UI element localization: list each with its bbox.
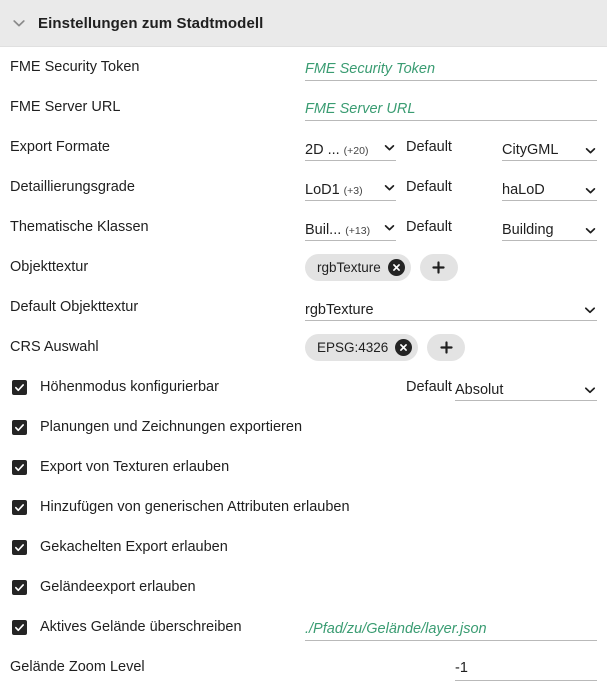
chevron-down-icon[interactable]: [10, 14, 28, 32]
label-generische-attribute: Hinzufügen von generischen Attributen er…: [40, 499, 350, 515]
label-export-formate: Export Formate: [10, 139, 110, 155]
gelaende-zoom-level-input[interactable]: -1: [455, 659, 597, 681]
gelaende-zoom-level-value: -1: [455, 660, 468, 676]
fme-server-url-input[interactable]: FME Server URL: [305, 101, 597, 121]
export-formate-format-selected: CityGML: [502, 142, 559, 158]
detaillierungsgrade-lod-select[interactable]: haLoD: [502, 182, 597, 201]
row-crs-auswahl: CRS Auswahl EPSG:4326: [0, 327, 607, 367]
chevron-down-icon[interactable]: [383, 141, 396, 154]
row-fme-server-url: FME Server URL FME Server URL: [0, 87, 607, 127]
label-fme-server-url: FME Server URL: [10, 99, 121, 115]
export-formate-select[interactable]: 2D ... (+20): [305, 141, 396, 161]
label-planungen: Planungen und Zeichnungen exportieren: [40, 419, 303, 435]
label-aktives-gelaende: Aktives Gelände überschreiben: [40, 619, 242, 635]
export-formate-extra-count: (+20): [343, 145, 369, 157]
label-thematische-klassen: Thematische Klassen: [10, 219, 149, 235]
row-gelaendeexport: Geländeexport erlauben: [0, 567, 607, 607]
row-planungen: Planungen und Zeichnungen exportieren: [0, 407, 607, 447]
row-export-formate: Export Formate 2D ... (+20) Default City…: [0, 127, 607, 167]
close-icon[interactable]: [387, 258, 405, 276]
objekttextur-chip-area: rgbTexture: [305, 253, 458, 281]
row-default-objekttextur: Default Objekttextur rgbTexture: [0, 287, 607, 327]
label-default-objekttextur: Default Objekttextur: [10, 299, 139, 315]
label-hoehenmodus: Höhenmodus konfigurierbar: [40, 379, 219, 395]
chip-crs[interactable]: EPSG:4326: [305, 333, 419, 361]
checkbox-gekachelter-export[interactable]: [12, 539, 27, 555]
row-generische-attribute: Hinzufügen von generischen Attributen er…: [0, 487, 607, 527]
label-gelaendeexport: Geländeexport erlauben: [40, 579, 196, 595]
chip-label: EPSG:4326: [317, 339, 389, 355]
chevron-down-icon[interactable]: [583, 303, 597, 317]
label-gelaende-zoom-level: Gelände Zoom Level: [10, 659, 145, 675]
checkbox-hoehenmodus[interactable]: [12, 379, 27, 395]
export-formate-default-text: Default: [406, 139, 452, 155]
row-hoehenmodus: Höhenmodus konfigurierbar Default Absolu…: [0, 367, 607, 407]
page-title: Einstellungen zum Stadtmodell: [38, 14, 264, 32]
thematische-klassen-extra-count: (+13): [345, 225, 371, 237]
fme-security-token-placeholder: FME Security Token: [305, 61, 436, 77]
crs-chip-area: EPSG:4326: [305, 333, 466, 361]
add-objekttextur-button[interactable]: [419, 253, 458, 281]
checkbox-planungen[interactable]: [12, 419, 27, 435]
chevron-down-icon[interactable]: [383, 221, 396, 234]
aktives-gelaende-path-placeholder: ./Pfad/zu/Gelände/layer.json: [305, 621, 487, 637]
close-icon[interactable]: [395, 338, 413, 356]
thematische-klassen-class-select[interactable]: Building: [502, 222, 597, 241]
stadtmodell-settings-panel: Einstellungen zum Stadtmodell FME Securi…: [0, 0, 607, 693]
fme-server-url-placeholder: FME Server URL: [305, 101, 416, 117]
label-objekttextur: Objekttextur: [10, 259, 89, 275]
detaillierungsgrade-extra-count: (+3): [343, 185, 363, 197]
settings-rows: FME Security Token FME Security Token FM…: [0, 47, 607, 687]
hoehenmodus-default-text: Default: [406, 379, 452, 395]
row-detaillierungsgrade: Detaillierungsgrade LoD1 (+3) Default ha…: [0, 167, 607, 207]
checkbox-generische-attribute[interactable]: [12, 499, 27, 515]
thematische-klassen-selected: Buil...: [305, 222, 342, 238]
hoehenmodus-selected: Absolut: [455, 382, 504, 398]
chevron-down-icon[interactable]: [584, 184, 597, 197]
row-objekttextur: Objekttextur rgbTexture: [0, 247, 607, 287]
checkbox-gelaendeexport[interactable]: [12, 579, 27, 595]
row-thematische-klassen: Thematische Klassen Buil... (+13) Defaul…: [0, 207, 607, 247]
row-gelaende-zoom-level: Gelände Zoom Level -1: [0, 647, 607, 687]
detaillierungsgrade-selected: LoD1: [305, 182, 340, 198]
label-fme-security-token: FME Security Token: [10, 59, 140, 75]
fme-security-token-input[interactable]: FME Security Token: [305, 61, 597, 81]
chevron-down-icon[interactable]: [583, 383, 597, 397]
row-fme-security-token: FME Security Token FME Security Token: [0, 47, 607, 87]
label-texturen: Export von Texturen erlauben: [40, 459, 230, 475]
chevron-down-icon[interactable]: [584, 224, 597, 237]
row-texturen: Export von Texturen erlauben: [0, 447, 607, 487]
thematische-klassen-select[interactable]: Buil... (+13): [305, 221, 396, 241]
export-formate-format-select[interactable]: CityGML: [502, 142, 597, 161]
add-crs-button[interactable]: [427, 333, 466, 361]
detaillierungsgrade-default-text: Default: [406, 179, 452, 195]
chevron-down-icon[interactable]: [383, 181, 396, 194]
checkbox-texturen[interactable]: [12, 459, 27, 475]
thematische-klassen-class-selected: Building: [502, 222, 554, 238]
detaillierungsgrade-lod-selected: haLoD: [502, 182, 545, 198]
default-objekttextur-selected: rgbTexture: [305, 302, 374, 318]
label-gekachelter-export: Gekachelten Export erlauben: [40, 539, 228, 555]
thematische-klassen-default-text: Default: [406, 219, 452, 235]
detaillierungsgrade-select[interactable]: LoD1 (+3): [305, 181, 396, 201]
chip-objekttextur[interactable]: rgbTexture: [305, 253, 411, 281]
label-crs-auswahl: CRS Auswahl: [10, 339, 99, 355]
default-objekttextur-select[interactable]: rgbTexture: [305, 302, 597, 321]
checkbox-aktives-gelaende[interactable]: [12, 619, 27, 635]
chip-label: rgbTexture: [317, 259, 381, 275]
aktives-gelaende-path-input[interactable]: ./Pfad/zu/Gelände/layer.json: [305, 621, 597, 641]
section-header-stadtmodell[interactable]: Einstellungen zum Stadtmodell: [0, 0, 607, 47]
row-gekachelter-export: Gekachelten Export erlauben: [0, 527, 607, 567]
chevron-down-icon[interactable]: [584, 144, 597, 157]
hoehenmodus-select[interactable]: Absolut: [455, 382, 597, 401]
export-formate-selected: 2D ...: [305, 142, 340, 158]
row-aktives-gelaende: Aktives Gelände überschreiben ./Pfad/zu/…: [0, 607, 607, 647]
label-detaillierungsgrade: Detaillierungsgrade: [10, 179, 135, 195]
